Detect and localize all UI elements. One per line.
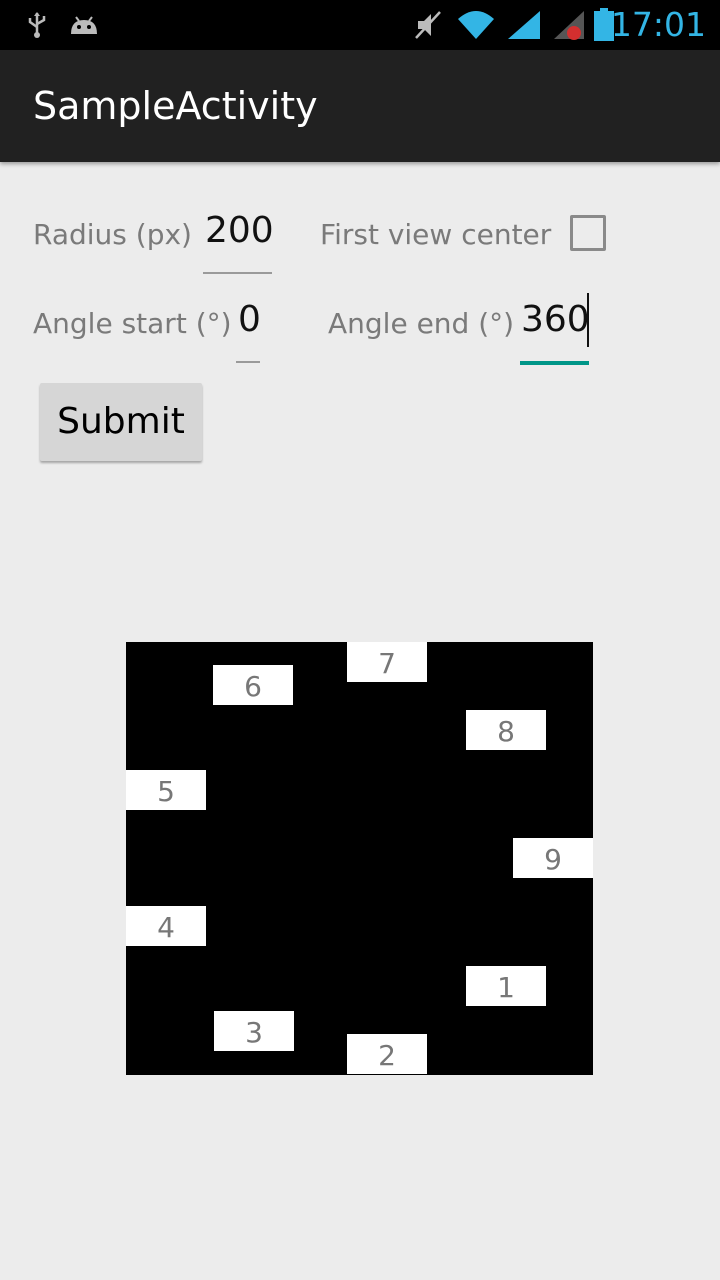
circle-layout-view: 1 2 3 4 5 6 7 8 9 xyxy=(126,642,593,1075)
status-time: 17:01 xyxy=(610,5,706,44)
submit-button[interactable]: Submit xyxy=(40,383,202,461)
circle-item-9: 9 xyxy=(513,838,593,878)
circle-item-1: 1 xyxy=(466,966,546,1006)
circle-item-8: 8 xyxy=(466,710,546,750)
radius-input-underline xyxy=(203,272,272,274)
circle-item-3: 3 xyxy=(214,1011,294,1051)
radius-input[interactable]: 200 xyxy=(205,210,274,251)
app-title: SampleActivity xyxy=(33,84,318,128)
angle-end-input[interactable]: 360 xyxy=(521,299,590,340)
angle-end-label: Angle end (°) xyxy=(328,307,515,340)
angle-end-input-underline xyxy=(520,361,589,365)
circle-item-6: 6 xyxy=(213,665,293,705)
radius-label: Radius (px) xyxy=(33,218,192,251)
signal-icon xyxy=(506,0,542,50)
angle-start-input[interactable]: 0 xyxy=(238,299,261,340)
status-bar: 17:01 xyxy=(0,0,720,50)
text-cursor xyxy=(587,293,589,347)
wifi-icon xyxy=(456,0,496,50)
angle-start-input-underline xyxy=(236,361,260,363)
first-view-center-label: First view center xyxy=(320,218,552,251)
circle-item-7: 7 xyxy=(347,642,427,682)
circle-item-5: 5 xyxy=(126,770,206,810)
first-view-center-checkbox[interactable] xyxy=(570,215,606,251)
angle-start-label: Angle start (°) xyxy=(33,307,232,340)
circle-item-4: 4 xyxy=(126,906,206,946)
circle-item-2: 2 xyxy=(347,1034,427,1074)
usb-icon xyxy=(26,0,48,50)
android-debug-icon xyxy=(68,0,100,50)
signal-no-service-icon xyxy=(552,0,586,50)
action-bar: SampleActivity xyxy=(0,50,720,162)
mute-icon xyxy=(414,0,442,50)
